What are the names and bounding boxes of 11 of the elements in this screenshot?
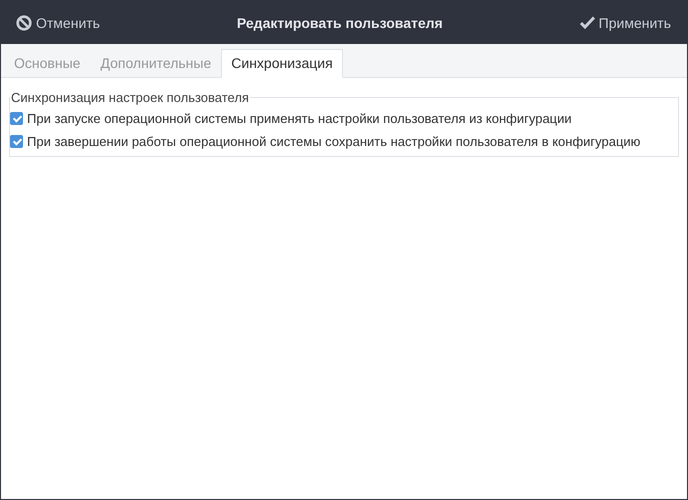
checkbox[interactable] [10, 135, 23, 148]
group-title: Синхронизация настроек пользователя [10, 90, 250, 105]
dialog-title: Редактировать пользователя [236, 14, 443, 30]
apply-button[interactable]: Применить [580, 12, 671, 32]
tab[interactable]: Синхронизация [221, 49, 343, 78]
cancel-button[interactable]: Отменить [16, 12, 100, 32]
checkmark-icon [580, 16, 595, 29]
checkbox-label: При запуске операционной системы применять настройки пользователя из конфигурации [27, 111, 572, 126]
checkbox-label: При завершении работы операционной системы сохранить настройки пользователя в конфигурацию [27, 134, 640, 149]
cancel-icon [16, 14, 32, 30]
checkbox[interactable] [10, 112, 23, 125]
